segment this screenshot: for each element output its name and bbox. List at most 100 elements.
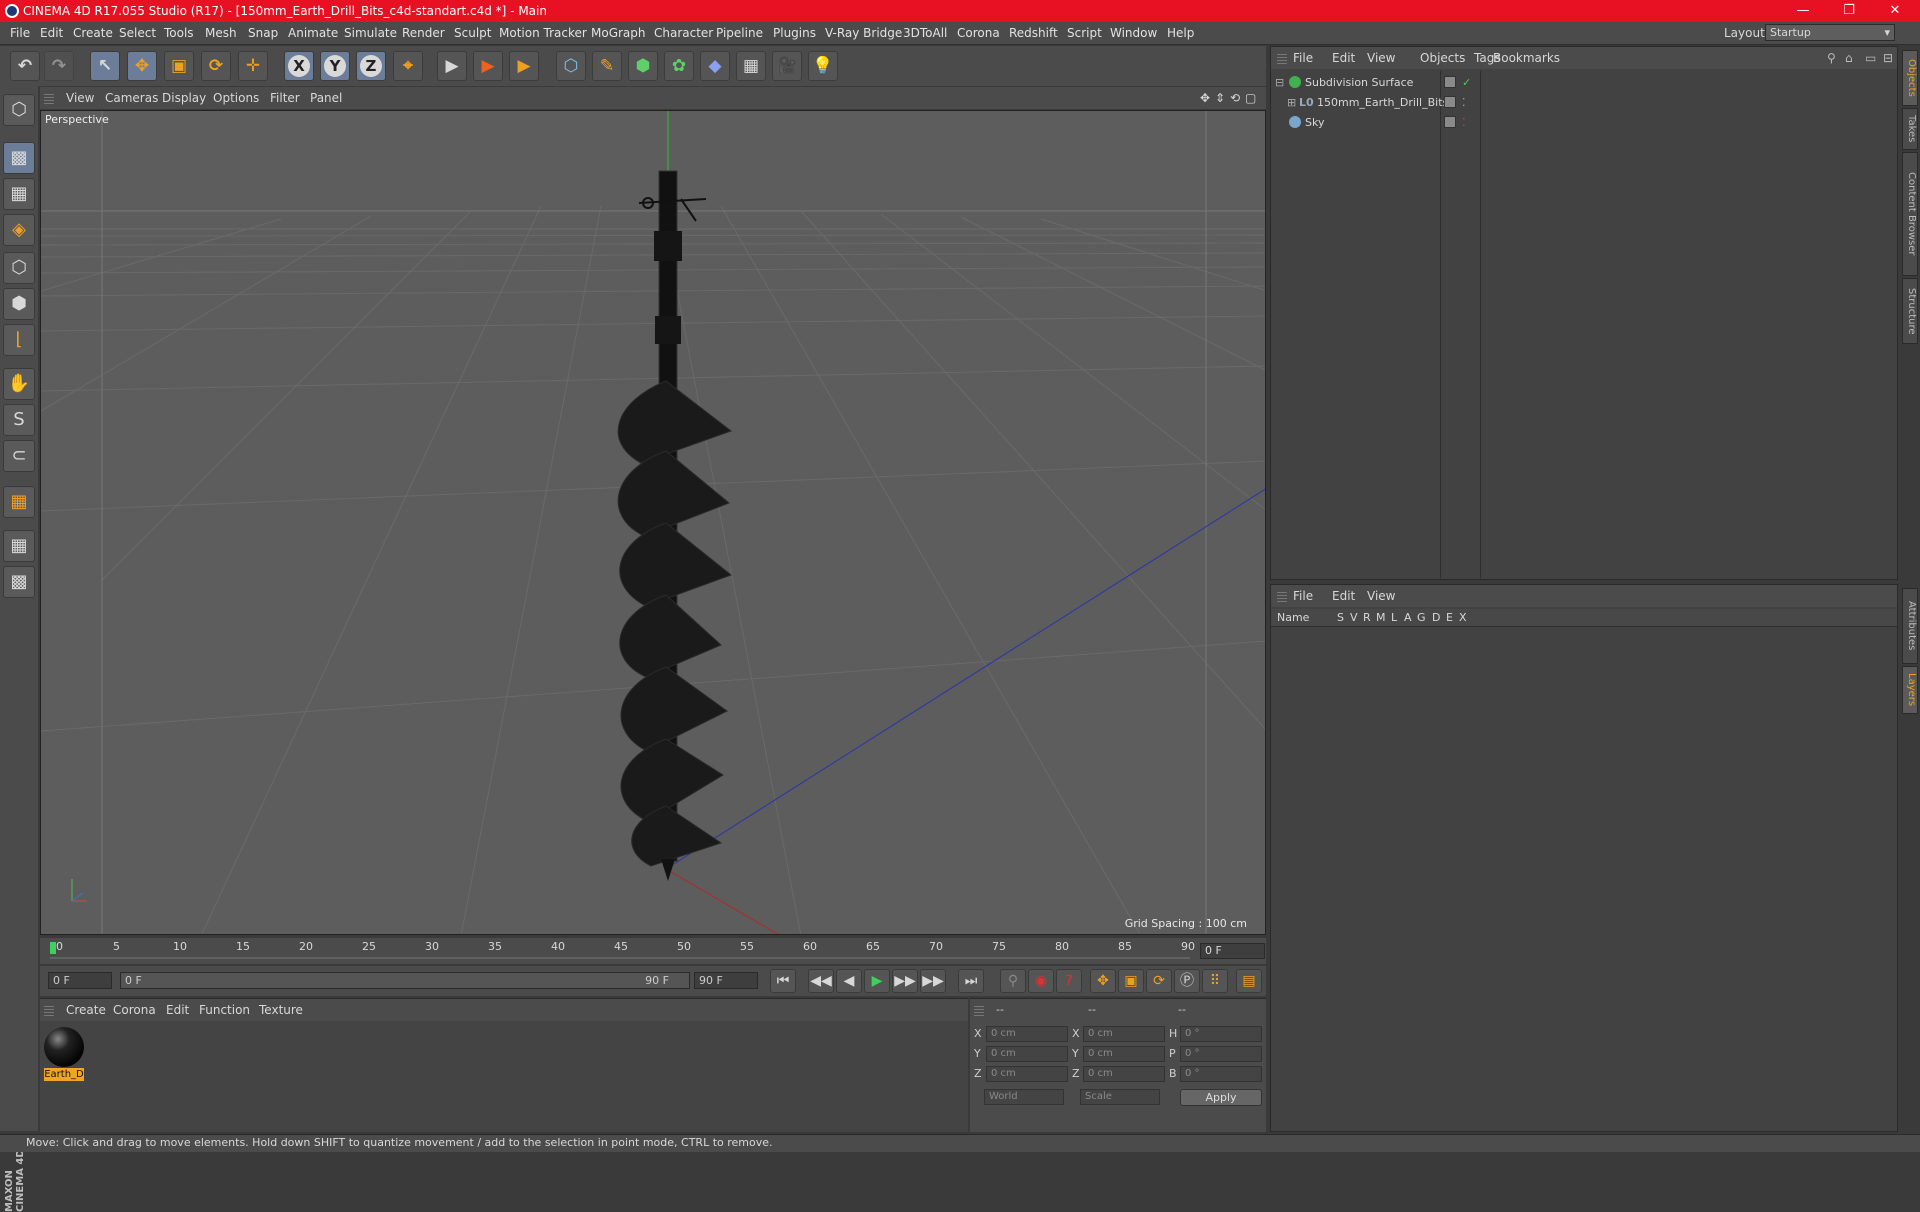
planar-workplane-button[interactable]: ▩: [3, 566, 35, 598]
coordinate-system-button[interactable]: ⌖: [393, 51, 423, 81]
menu-plugins[interactable]: Plugins: [773, 26, 816, 40]
menu-help[interactable]: Help: [1167, 26, 1194, 40]
tab-layers[interactable]: Layers: [1902, 666, 1918, 714]
motion-path-button[interactable]: ⚲: [1000, 969, 1026, 993]
layer-tag-icon[interactable]: [1444, 76, 1456, 88]
render-view-button[interactable]: ▶: [437, 51, 467, 81]
menu-character[interactable]: Character: [654, 26, 713, 40]
viewport-menu-options[interactable]: Options: [213, 91, 259, 105]
edges-mode-button[interactable]: ⬢: [3, 288, 35, 320]
menu-motion-tracker[interactable]: Motion Tracker: [499, 26, 587, 40]
render-picture-viewer-button[interactable]: ▶: [473, 51, 503, 81]
add-nurbs-button[interactable]: ⬢: [628, 51, 658, 81]
layer-col-name[interactable]: Name: [1277, 611, 1309, 624]
viewport-zoom-icon[interactable]: ⇕: [1215, 91, 1225, 105]
material-menu-texture[interactable]: Texture: [259, 1003, 303, 1017]
add-spline-button[interactable]: ✎: [592, 51, 622, 81]
menu-edit[interactable]: Edit: [40, 26, 63, 40]
tab-attributes[interactable]: Attributes: [1902, 588, 1918, 664]
layout-dropdown[interactable]: Startup ▾: [1765, 24, 1895, 41]
size-z-field[interactable]: 0 cm: [1083, 1066, 1165, 1082]
layer-col-a[interactable]: A: [1404, 611, 1412, 624]
texture-mode-button[interactable]: ▦: [3, 178, 35, 210]
size-mode-dropdown[interactable]: Scale: [1080, 1089, 1160, 1105]
next-key-button[interactable]: ▶▶: [920, 969, 946, 993]
close-button[interactable]: ✕: [1872, 0, 1918, 22]
menu-window[interactable]: Window: [1110, 26, 1157, 40]
key-scale-button[interactable]: ▣: [1118, 969, 1144, 993]
home-icon[interactable]: ⌂: [1845, 51, 1853, 65]
object-menu-file[interactable]: File: [1293, 51, 1313, 65]
redo-button[interactable]: ↷: [44, 51, 74, 81]
points-mode-button[interactable]: ⬡: [3, 252, 35, 284]
render-settings-button[interactable]: ▶: [509, 51, 539, 81]
locked-workplane-button[interactable]: ▦: [3, 530, 35, 562]
menu-snap[interactable]: Snap: [248, 26, 278, 40]
perspective-viewport[interactable]: Perspective Grid Spacing : 100 cm: [40, 110, 1266, 935]
current-frame-field[interactable]: 0 F: [1200, 943, 1265, 959]
layer-col-m[interactable]: M: [1376, 611, 1386, 624]
object-row-drill-bits[interactable]: ⊞ L0 150mm_Earth_Drill_Bits ⁚: [1271, 93, 1897, 112]
material-menu-create[interactable]: Create: [66, 1003, 106, 1017]
menu-simulate[interactable]: Simulate: [344, 26, 397, 40]
rotation-b-field[interactable]: 0 °: [1180, 1066, 1262, 1082]
position-z-field[interactable]: 0 cm: [986, 1066, 1068, 1082]
add-camera-button[interactable]: 🎥: [772, 51, 802, 81]
add-cube-button[interactable]: ⬡: [556, 51, 586, 81]
polygons-mode-button[interactable]: ⌊: [3, 324, 35, 356]
size-y-field[interactable]: 0 cm: [1083, 1046, 1165, 1062]
menu-render[interactable]: Render: [402, 26, 445, 40]
panel-grip-icon[interactable]: [44, 1004, 54, 1016]
tab-structure[interactable]: Structure: [1902, 278, 1918, 344]
rotate-tool-button[interactable]: ⟳: [201, 51, 231, 81]
menu-mograph[interactable]: MoGraph: [591, 26, 646, 40]
layer-tag-icon[interactable]: [1444, 96, 1456, 108]
add-floor-button[interactable]: ▦: [736, 51, 766, 81]
goto-end-button[interactable]: ⏭: [958, 969, 984, 993]
goto-start-button[interactable]: ⏮: [770, 969, 796, 993]
menu-create[interactable]: Create: [73, 26, 113, 40]
snap-toggle-button[interactable]: ▦: [3, 486, 35, 518]
object-menu-view[interactable]: View: [1367, 51, 1395, 65]
live-select-button[interactable]: ✛: [238, 51, 268, 81]
viewport-rotate-icon[interactable]: ⟲: [1230, 91, 1240, 105]
menu-mesh[interactable]: Mesh: [205, 26, 237, 40]
panel-grip-icon[interactable]: [974, 1004, 984, 1016]
collapse-icon[interactable]: ⊟: [1883, 51, 1893, 65]
expand-toggle-icon[interactable]: ⊞: [1287, 96, 1296, 109]
timeline-ruler[interactable]: 0 5 10 15 20 25 30 35 40 45 50 55 60 65 …: [40, 938, 1266, 964]
layer-col-g[interactable]: G: [1417, 611, 1426, 624]
layer-col-v[interactable]: V: [1350, 611, 1358, 624]
material-menu-edit[interactable]: Edit: [166, 1003, 189, 1017]
object-menu-bookmarks[interactable]: Bookmarks: [1493, 51, 1560, 65]
menu-pipeline[interactable]: Pipeline: [716, 26, 763, 40]
viewport-menu-panel[interactable]: Panel: [310, 91, 342, 105]
panel-grip-icon[interactable]: [44, 92, 54, 104]
x-axis-lock-button[interactable]: X: [284, 51, 314, 81]
object-row-subdivision-surface[interactable]: ⊟ Subdivision Surface ✓: [1271, 73, 1897, 92]
layer-menu-edit[interactable]: Edit: [1332, 589, 1355, 603]
object-menu-objects[interactable]: Objects: [1420, 51, 1465, 65]
record-button[interactable]: ◉: [1028, 969, 1054, 993]
undo-button[interactable]: ↶: [10, 51, 40, 81]
search-icon[interactable]: ⚲: [1827, 51, 1836, 65]
model-mode-button[interactable]: ▩: [3, 142, 35, 174]
workplane-mode-button[interactable]: ◈: [3, 214, 35, 246]
key-param-button[interactable]: Ⓟ: [1174, 969, 1200, 993]
menu-corona[interactable]: Corona: [957, 26, 1000, 40]
material-menu-corona[interactable]: Corona: [113, 1003, 156, 1017]
menu-tools[interactable]: Tools: [164, 26, 194, 40]
menu-sculpt[interactable]: Sculpt: [454, 26, 491, 40]
object-row-sky[interactable]: Sky ⁚: [1271, 113, 1897, 132]
viewport-menu-view[interactable]: View: [66, 91, 94, 105]
rotation-p-field[interactable]: 0 °: [1180, 1046, 1262, 1062]
layer-col-s[interactable]: S: [1337, 611, 1344, 624]
key-position-button[interactable]: ✥: [1090, 969, 1116, 993]
make-editable-button[interactable]: ⬡: [3, 94, 35, 126]
enabled-check-icon[interactable]: ✓: [1462, 76, 1471, 89]
position-y-field[interactable]: 0 cm: [986, 1046, 1068, 1062]
object-menu-edit[interactable]: Edit: [1332, 51, 1355, 65]
coord-mode-dropdown[interactable]: World: [984, 1089, 1064, 1105]
material-swatch[interactable]: Earth_D: [44, 1027, 84, 1081]
position-x-field[interactable]: 0 cm: [986, 1026, 1068, 1042]
